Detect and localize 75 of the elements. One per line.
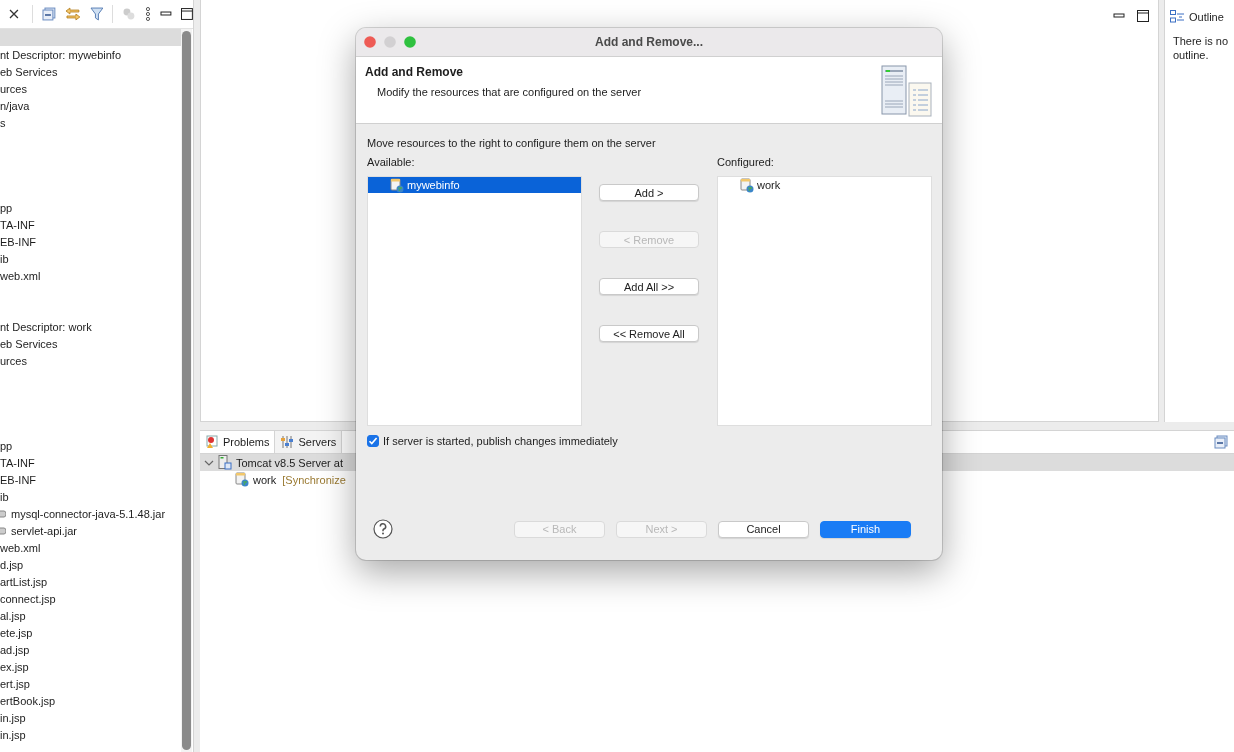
list-item[interactable]: work <box>718 177 931 193</box>
module-status: [Synchronize <box>282 473 346 486</box>
tree-item[interactable]: urces <box>0 82 27 95</box>
tree-item[interactable]: ib <box>0 490 9 503</box>
list-label: Configured: <box>717 156 775 168</box>
web-module-icon <box>740 177 754 193</box>
collapse-all-icon[interactable] <box>41 7 56 21</box>
checkbox[interactable] <box>367 435 379 447</box>
tree-item[interactable]: artList.jsp <box>0 575 48 588</box>
tree-item[interactable]: pp <box>0 439 13 452</box>
move-button[interactable]: Add > <box>599 184 699 201</box>
tree-item[interactable]: eb Services <box>0 65 58 78</box>
tree-item[interactable]: mysql-connector-java-5.1.48.jar <box>11 507 166 520</box>
help-icon[interactable] <box>373 519 393 539</box>
dialog-button[interactable]: Cancel <box>718 520 809 538</box>
link-arrows-icon[interactable] <box>64 7 81 21</box>
tree-item[interactable]: nt Descriptor: mywebinfo <box>0 48 122 61</box>
configured-list[interactable]: work <box>717 176 932 426</box>
tree-item[interactable]: TA-INF <box>0 456 35 469</box>
group-icon <box>122 7 137 21</box>
tree-item[interactable]: in.jsp <box>0 711 26 724</box>
tree-item[interactable]: pp <box>0 201 13 214</box>
maximize-icon[interactable] <box>1137 10 1149 22</box>
servers-icon <box>280 435 295 449</box>
tree-item[interactable]: d.jsp <box>0 558 24 571</box>
tree-item[interactable]: ert.jsp <box>0 677 30 690</box>
outline-icon <box>1170 10 1184 23</box>
tree-item[interactable]: s <box>0 116 6 129</box>
tree-item[interactable]: TA-INF <box>0 218 35 231</box>
tree-item[interactable]: al.jsp <box>0 609 26 622</box>
tree-item[interactable]: connect.jsp <box>0 592 56 605</box>
list-item[interactable]: mywebinfo <box>368 177 581 193</box>
minimize-icon[interactable] <box>1113 13 1125 19</box>
outline-message: There is no outline. <box>1173 34 1230 62</box>
tree-item[interactable]: servlet-api.jar <box>11 524 78 537</box>
available-list[interactable]: mywebinfo <box>367 176 582 426</box>
filter-icon[interactable] <box>89 7 104 21</box>
view-tab[interactable]: Servers <box>275 431 343 453</box>
scrollbar[interactable] <box>181 29 192 752</box>
move-button[interactable]: Add All >> <box>599 278 699 295</box>
web-module-icon <box>235 472 249 487</box>
close-icon[interactable] <box>9 9 19 19</box>
tree-item[interactable]: web.xml <box>0 269 41 282</box>
tree-item[interactable]: ib <box>0 252 9 265</box>
list-label: Available: <box>367 156 416 168</box>
instruction-text: Move resources to the right to configure them on the server <box>367 136 657 150</box>
tree-item[interactable]: n/java <box>0 99 30 112</box>
checkbox-label: If server is started, publish changes immediately <box>383 435 618 447</box>
tree-item[interactable]: web.xml <box>0 541 41 554</box>
wizard-description: Modify the resources that are configured on the server <box>376 86 642 98</box>
collapse-all-icon[interactable] <box>1214 435 1228 449</box>
web-module-icon <box>390 177 404 193</box>
problems-icon <box>205 435 219 449</box>
dialog-button[interactable]: Finish <box>820 520 911 538</box>
view-menu-icon[interactable] <box>145 7 152 21</box>
server-icon <box>218 455 232 470</box>
tree-item[interactable]: ertBook.jsp <box>0 694 56 707</box>
tree-item[interactable]: eb Services <box>0 337 58 350</box>
move-button[interactable]: << Remove All <box>599 325 699 342</box>
tree-item[interactable]: EB-INF <box>0 235 37 248</box>
tree-item[interactable]: ad.jsp <box>0 643 30 656</box>
wizard-title: Add and Remove <box>365 65 464 79</box>
tree-item[interactable]: nt Descriptor: work <box>0 320 92 333</box>
tree-item[interactable]: ex.jsp <box>0 660 29 673</box>
tree-item[interactable]: in.jsp <box>0 728 26 741</box>
module-name: work <box>253 473 277 486</box>
tree-item[interactable]: ete.jsp <box>0 626 33 639</box>
tree-item[interactable]: EB-INF <box>0 473 37 486</box>
maximize-icon[interactable] <box>181 8 193 20</box>
minimize-icon[interactable] <box>160 11 173 17</box>
window-title: Add and Remove... <box>595 35 703 49</box>
outline-tab[interactable]: Outline <box>1165 0 1234 23</box>
minimize-icon <box>384 36 396 48</box>
server-name: Tomcat v8.5 Server at <box>236 456 343 469</box>
tree-item[interactable]: urces <box>0 354 27 367</box>
